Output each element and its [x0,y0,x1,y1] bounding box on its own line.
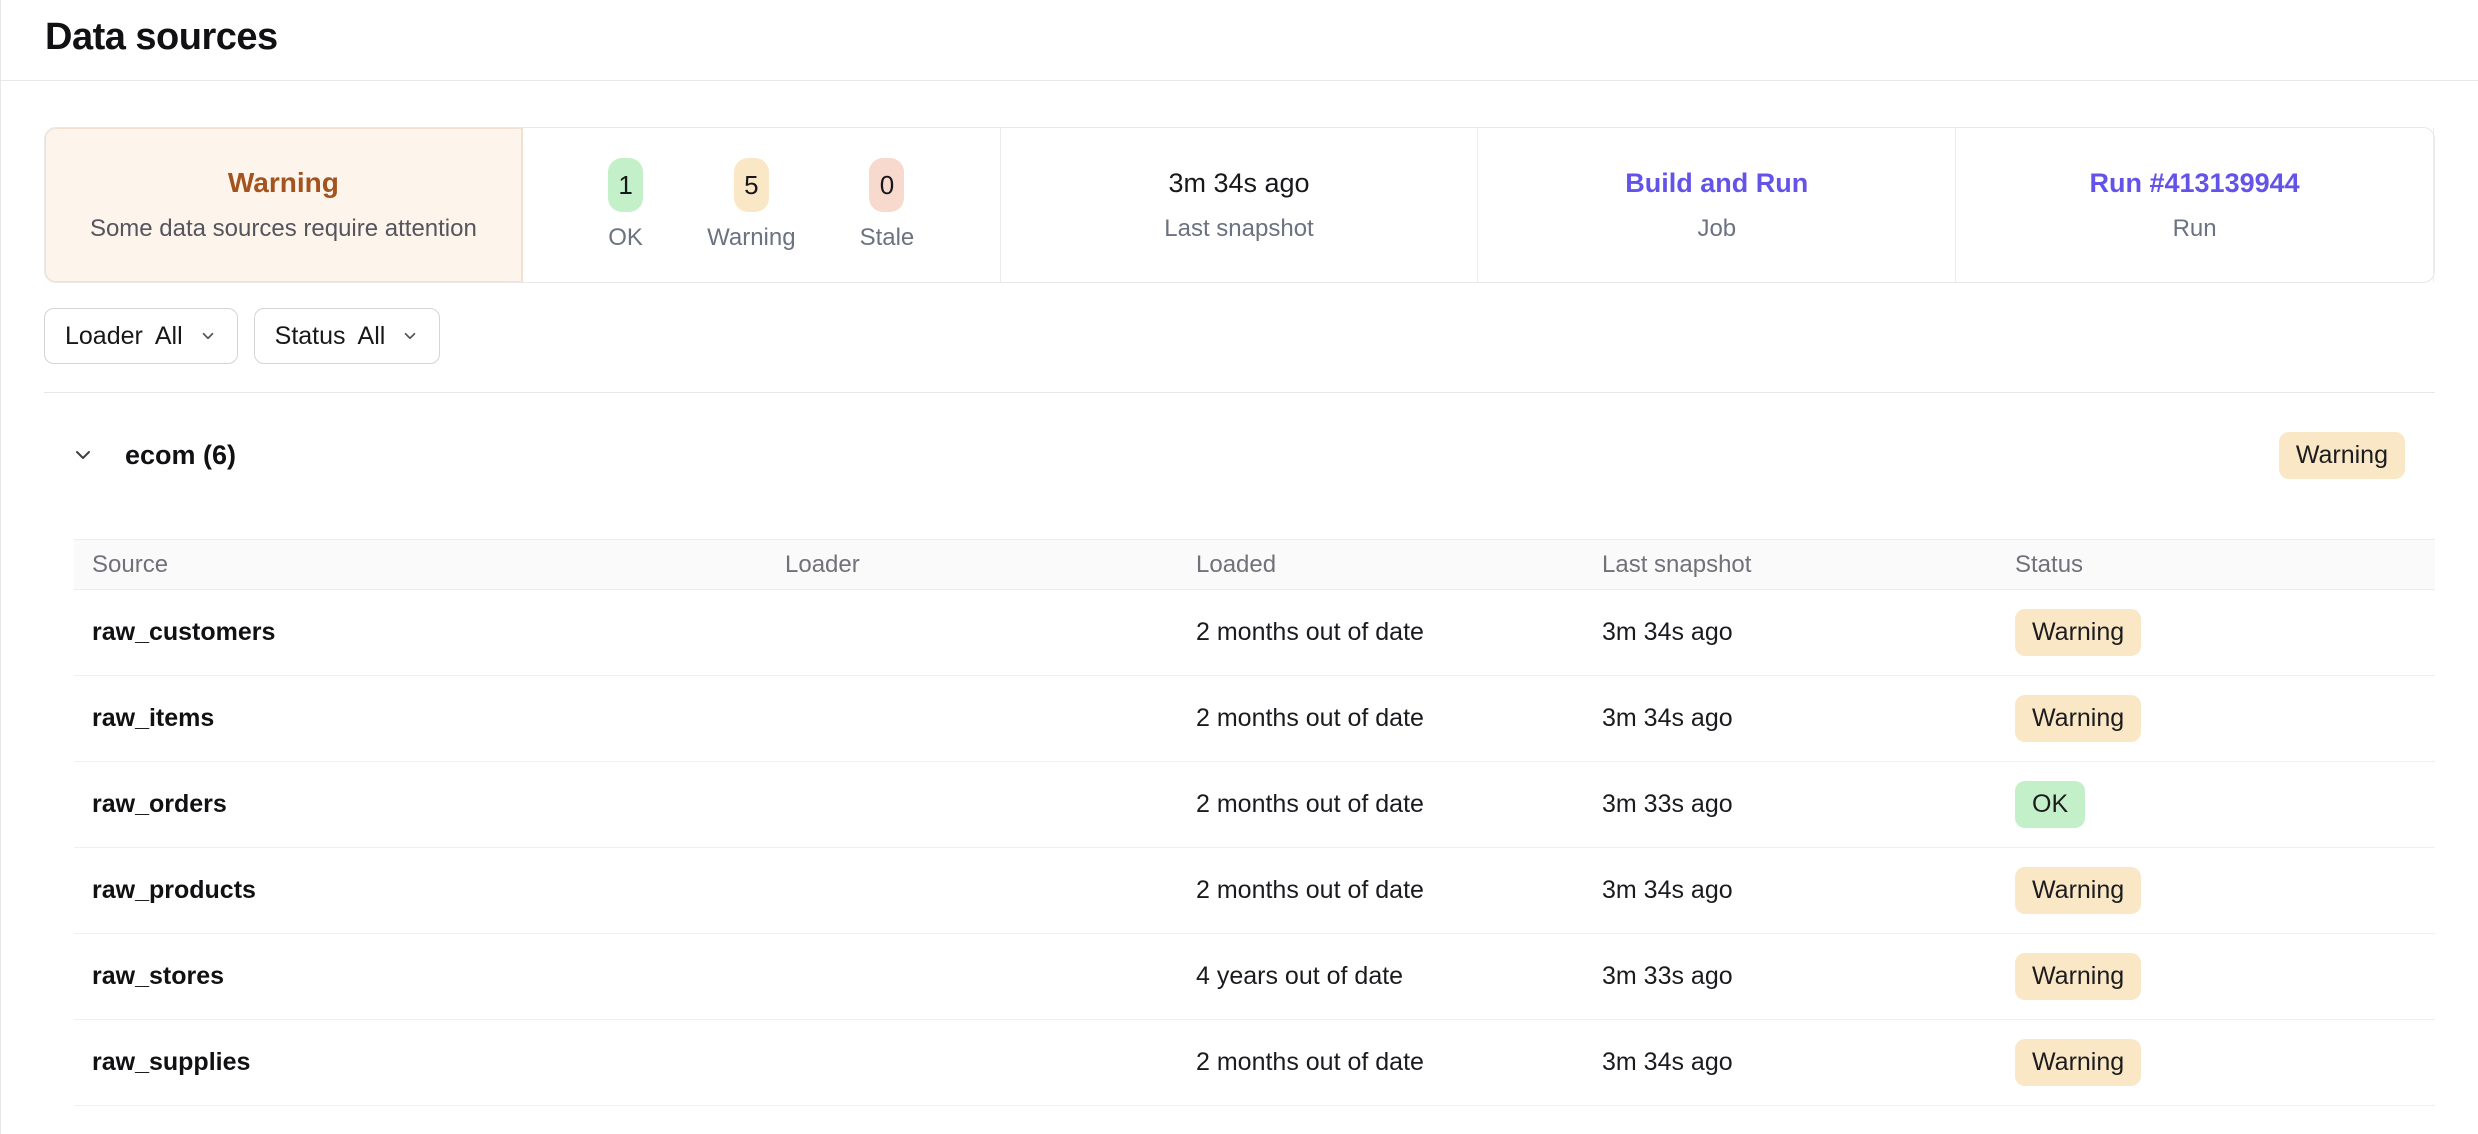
cell-status: Warning [2015,1039,2435,1086]
status-badge: OK [2015,781,2085,828]
cell-last-snapshot: 3m 34s ago [1602,1048,2015,1077]
chevron-down-icon [71,443,95,467]
group-status-badge: Warning [2279,432,2405,479]
column-header-loaded: Loaded [1196,551,1602,579]
cell-loaded: 2 months out of date [1196,790,1602,819]
cell-status: Warning [2015,695,2435,742]
stat-label: Run [2173,215,2217,243]
status-badge: Warning [2015,609,2141,656]
table-row[interactable]: raw_products 2 months out of date 3m 34s… [74,848,2435,934]
cell-last-snapshot: 3m 34s ago [1602,876,2015,905]
status-count-pill: 0 [869,158,904,212]
cell-source: raw_orders [92,790,785,819]
group-toggle[interactable]: ecom (6) [71,440,236,471]
cell-loaded: 2 months out of date [1196,1048,1602,1077]
cell-status: Warning [2015,867,2435,914]
cell-last-snapshot: 3m 34s ago [1602,704,2015,733]
cell-last-snapshot: 3m 33s ago [1602,790,2015,819]
status-badge: Warning [2015,953,2141,1000]
stat-value: 3m 34s ago [1168,168,1309,199]
cell-status: Warning [2015,953,2435,1000]
table-body: raw_customers 2 months out of date 3m 34… [74,590,2435,1106]
filter-dropdown-status[interactable]: Status All [254,308,441,364]
stat-card: 3m 34s ago Last snapshot [1001,128,1479,282]
cell-source: raw_supplies [92,1048,785,1077]
cell-last-snapshot: 3m 33s ago [1602,962,2015,991]
stat-card: Run #413139944 Run [1956,128,2434,282]
page-header: Data sources [1,0,2478,81]
overall-status-subtitle: Some data sources require attention [90,215,477,243]
cell-source: raw_items [92,704,785,733]
table-row[interactable]: raw_supplies 2 months out of date 3m 34s… [74,1020,2435,1106]
status-count-pill: 1 [608,158,643,212]
page-content: Warning Some data sources require attent… [1,127,2478,1106]
cell-loaded: 4 years out of date [1196,962,1602,991]
cell-source: raw_products [92,876,785,905]
group-name: ecom (6) [125,440,236,471]
filters-divider [44,392,2435,393]
stat-link[interactable]: Run #413139944 [2090,168,2300,199]
cell-loaded: 2 months out of date [1196,876,1602,905]
table-row[interactable]: raw_customers 2 months out of date 3m 34… [74,590,2435,676]
status-counts-card: 1 OK 5 Warning 0 Stale [523,128,1001,282]
stat-card: Build and Run Job [1478,128,1956,282]
page-title: Data sources [45,16,2434,59]
filter-label: Loader [65,322,143,351]
stat-link[interactable]: Build and Run [1625,168,1808,199]
status-counts: 1 OK 5 Warning 0 Stale [608,158,914,252]
column-header-loader: Loader [785,551,1196,579]
filter-value: All [358,322,386,351]
filter-dropdown-loader[interactable]: Loader All [44,308,238,364]
sources-table: Source Loader Loaded Last snapshot Statu… [74,539,2435,1106]
cell-source: raw_stores [92,962,785,991]
column-header-source: Source [92,551,785,579]
table-header-row: Source Loader Loaded Last snapshot Statu… [74,539,2435,590]
status-count-label: Warning [707,224,795,252]
table-row[interactable]: raw_orders 2 months out of date 3m 33s a… [74,762,2435,848]
cell-loaded: 2 months out of date [1196,704,1602,733]
overall-status-card: Warning Some data sources require attent… [45,128,523,282]
table-row[interactable]: raw_stores 4 years out of date 3m 33s ag… [74,934,2435,1020]
stat-label: Last snapshot [1164,215,1313,243]
table-row[interactable]: raw_items 2 months out of date 3m 34s ag… [74,676,2435,762]
status-count-item: 0 Stale [860,158,915,252]
overall-status-title: Warning [228,167,339,199]
column-header-status: Status [2015,551,2435,579]
group-header-ecom: ecom (6) Warning [44,417,2435,493]
status-count-item: 1 OK [608,158,643,252]
summary-cards: Warning Some data sources require attent… [44,127,2435,283]
status-count-item: 5 Warning [707,158,795,252]
cell-last-snapshot: 3m 34s ago [1602,618,2015,647]
data-sources-page: Data sources Warning Some data sources r… [0,0,2478,1134]
stat-label: Job [1697,215,1736,243]
status-badge: Warning [2015,1039,2141,1086]
filters-row: Loader All Status All [44,308,2435,364]
filter-value: All [155,322,183,351]
column-header-last-snapshot: Last snapshot [1602,551,2015,579]
cell-status: OK [2015,781,2435,828]
status-count-pill: 5 [734,158,769,212]
chevron-down-icon [401,327,419,345]
chevron-down-icon [199,327,217,345]
status-badge: Warning [2015,695,2141,742]
cell-source: raw_customers [92,618,785,647]
status-badge: Warning [2015,867,2141,914]
status-count-label: Stale [860,224,915,252]
cell-status: Warning [2015,609,2435,656]
status-count-label: OK [608,224,643,252]
filter-label: Status [275,322,346,351]
cell-loaded: 2 months out of date [1196,618,1602,647]
